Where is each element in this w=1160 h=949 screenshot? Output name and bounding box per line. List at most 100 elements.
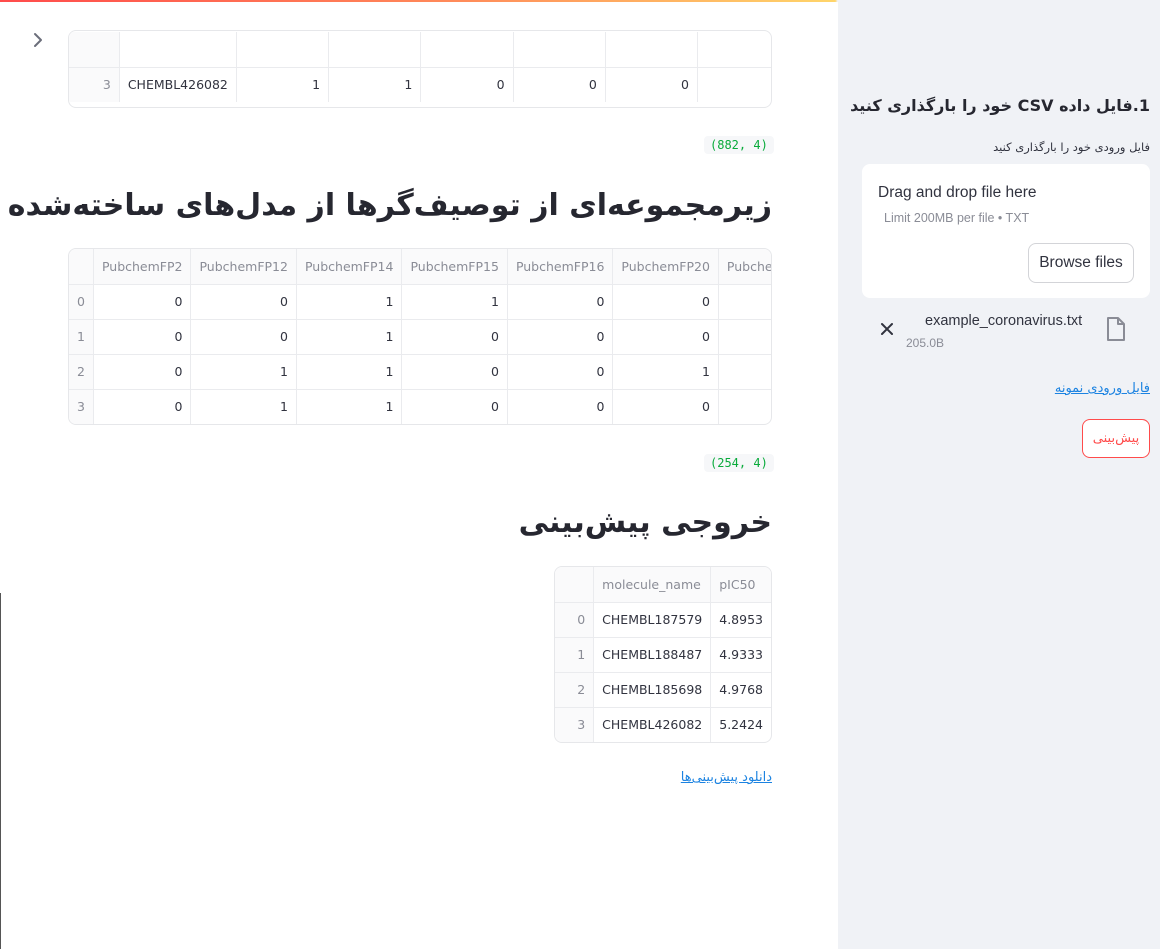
uploaded-file: example_coronavirus.txt 205.0B [862, 310, 1150, 354]
table-row: 0 CHEMBL187579 4.8953 [555, 602, 771, 638]
browse-files-button[interactable]: Browse files [1028, 243, 1134, 283]
file-dropzone[interactable]: Drag and drop file here Limit 200MB per … [862, 164, 1150, 298]
table-cell: 0 [507, 284, 614, 320]
row-index: 3 [69, 67, 120, 102]
table-cell: 0 [605, 67, 698, 102]
column-header[interactable]: PubchemFP14 [296, 249, 403, 285]
table-cell: 1 [296, 389, 403, 424]
column-header[interactable]: PubchemFP15 [401, 249, 508, 285]
descriptors-heading: زیرمجموعه‌ای از توصیف‌گرها از مدل‌های سا… [0, 188, 772, 223]
table-cell: 0 [401, 389, 508, 424]
table-cell [697, 67, 771, 102]
column-header[interactable]: molecule_name [593, 567, 712, 603]
table-cell: 1 [328, 67, 422, 102]
table-cell [718, 389, 771, 424]
table-cell: 1 [236, 67, 330, 102]
column-header[interactable] [555, 567, 595, 603]
download-predictions-link[interactable]: دانلود پیش‌بینی‌ها [681, 770, 772, 785]
table-cell: 1 [296, 354, 403, 390]
table-cell: 0 [612, 284, 719, 320]
table-row: 3 CHEMBL426082 5.2424 [555, 707, 771, 742]
sample-input-link[interactable]: فایل ورودی نمونه [1055, 381, 1150, 396]
column-header[interactable]: Pubche [718, 249, 771, 285]
shape-output: (254, 4) [704, 454, 774, 472]
table-cell: 4.9768 [710, 672, 771, 708]
table-header-row: molecule_name pIC50 [555, 567, 771, 603]
file-icon [1107, 317, 1125, 341]
row-index: 0 [69, 284, 94, 320]
column-header[interactable]: PubchemFP2 [93, 249, 192, 285]
column-header[interactable]: PubchemFP12 [190, 249, 297, 285]
row-index: 2 [69, 354, 94, 390]
table-cell: 4.9333 [710, 637, 771, 673]
table-cell: 0 [612, 319, 719, 355]
table-cell: 1 [612, 354, 719, 390]
close-icon[interactable] [878, 320, 896, 338]
main-content: 3 CHEMBL426082 1 1 0 0 0 (882, 4) زیرمجم… [0, 0, 838, 949]
table-cell: 0 [507, 319, 614, 355]
row-index: 1 [555, 637, 595, 673]
table-cell [718, 319, 771, 355]
table-row: 1 CHEMBL188487 4.9333 [555, 637, 771, 673]
table-row: 2 0 1 1 0 0 1 [69, 354, 771, 390]
table-cell: 0 [401, 319, 508, 355]
table-cell: 0 [507, 389, 614, 424]
table-cell: 0 [507, 354, 614, 390]
upload-heading: 1.فایل داده CSV خود را بارگذاری کنید [850, 96, 1150, 115]
table-cell: 0 [401, 354, 508, 390]
sidebar: 1.فایل داده CSV خود را بارگذاری کنید فای… [838, 0, 1160, 949]
descriptor-dataframe[interactable]: 3 CHEMBL426082 1 1 0 0 0 [68, 30, 772, 108]
prediction-dataframe[interactable]: molecule_name pIC50 0 CHEMBL187579 4.895… [554, 566, 772, 743]
shape-output: (882, 4) [704, 136, 774, 154]
upload-label: فایل ورودی خود را بارگذاری کنید [993, 140, 1150, 154]
dropzone-title: Drag and drop file here [878, 184, 1037, 201]
column-header[interactable]: pIC50 [710, 567, 771, 603]
row-index: 2 [555, 672, 595, 708]
table-cell: 0 [190, 284, 297, 320]
table-cell: CHEMBL426082 [593, 707, 712, 742]
dropzone-limit: Limit 200MB per file • TXT [884, 211, 1030, 225]
descriptor-subset-dataframe[interactable]: PubchemFP2 PubchemFP12 PubchemFP14 Pubch… [68, 248, 772, 425]
table-cell: CHEMBL188487 [593, 637, 712, 673]
row-index: 0 [555, 602, 595, 638]
prediction-output-heading: خروجی پیش‌بینی [518, 505, 772, 540]
table-cell: 1 [296, 319, 403, 355]
column-header[interactable] [69, 249, 94, 285]
table-cell: CHEMBL185698 [593, 672, 712, 708]
table-cell: CHEMBL426082 [119, 67, 237, 102]
table-row [69, 32, 771, 68]
file-size: 205.0B [906, 336, 945, 350]
table-cell: 1 [190, 389, 297, 424]
row-index: 1 [69, 319, 94, 355]
table-cell: 5.2424 [719, 717, 763, 733]
file-name: example_coronavirus.txt [925, 313, 1083, 329]
table-cell: 0 [612, 389, 719, 424]
column-header[interactable]: PubchemFP16 [507, 249, 614, 285]
table-cell: 0 [93, 354, 192, 390]
table-cell: 1 [296, 284, 403, 320]
table-cell: 0 [93, 284, 192, 320]
table-cell: 0 [93, 319, 192, 355]
table-cell: 0 [93, 389, 192, 424]
predict-button[interactable]: پیش‌بینی [1082, 419, 1150, 458]
row-index: 3 [555, 707, 595, 742]
table-cell: 4.8953 [710, 602, 771, 638]
table-row: 2 CHEMBL185698 4.9768 [555, 672, 771, 708]
top-decoration [0, 0, 1160, 2]
table-cell: 0 [513, 67, 606, 102]
chevron-right-icon[interactable] [28, 30, 48, 50]
table-row: 0 0 0 1 1 0 0 [69, 284, 771, 320]
divider [0, 593, 1, 949]
table-cell: 1 [401, 284, 508, 320]
table-row: 3 0 1 1 0 0 0 [69, 389, 771, 424]
table-cell: 0 [190, 319, 297, 355]
row-index: 3 [69, 389, 94, 424]
table-row: 1 0 0 1 0 0 0 [69, 319, 771, 355]
table-cell: 1 [190, 354, 297, 390]
table-cell [718, 354, 771, 390]
column-header[interactable]: PubchemFP20 [612, 249, 719, 285]
table-header-row: PubchemFP2 PubchemFP12 PubchemFP14 Pubch… [69, 249, 771, 285]
table-cell: CHEMBL187579 [593, 602, 712, 638]
table-cell [718, 284, 771, 320]
table-row: 3 CHEMBL426082 1 1 0 0 0 [69, 67, 771, 102]
